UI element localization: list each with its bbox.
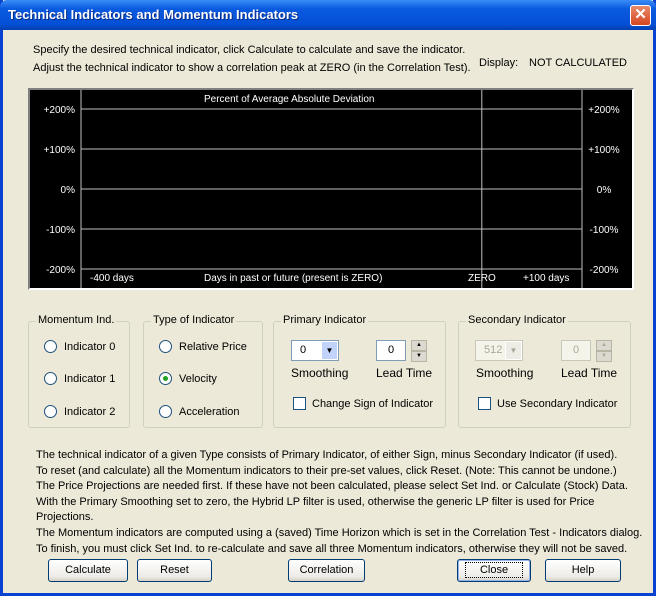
momentum-group-label: Momentum Ind. bbox=[36, 314, 117, 326]
secondary-smoothing-select[interactable]: 512 ▼ bbox=[475, 340, 523, 361]
chart-title: Percent of Average Absolute Deviation bbox=[204, 94, 375, 105]
y-tick-label-left: -200% bbox=[46, 265, 75, 276]
display-value: NOT CALCULATED bbox=[529, 57, 628, 69]
radio-indicator-1[interactable]: Indicator 1 bbox=[44, 372, 115, 385]
display-label: Display: bbox=[479, 57, 519, 69]
primary-group: Primary Indicator 0 ▼ Smoothing 0 ▲ ▼ Lead… bbox=[273, 314, 446, 428]
help-line: With the Primary Smoothing set to zero, … bbox=[36, 495, 595, 524]
chart: +200% +200% +100% +100% 0% 0% -100% -100% -200% -… bbox=[28, 88, 634, 290]
checkbox-label: Change Sign of Indicator bbox=[312, 397, 434, 410]
window-title: Technical Indicators and Momentum Indica… bbox=[8, 7, 299, 22]
help-line: The technical indicator of a given Type … bbox=[36, 449, 618, 461]
select-value: 0 bbox=[300, 344, 307, 356]
radio-icon bbox=[159, 340, 172, 353]
y-tick-label-right: +100% bbox=[588, 145, 620, 156]
secondary-group: Secondary Indicator 512 ▼ Smoothing 0 ▲ ▼ … bbox=[458, 314, 631, 428]
intro-line-2: Adjust the technical indicator to show a… bbox=[33, 62, 471, 74]
radio-icon bbox=[44, 372, 57, 385]
y-tick-label-right: +200% bbox=[588, 105, 620, 116]
dialog-window: Technical Indicators and Momentum Indica… bbox=[0, 0, 656, 596]
radio-acceleration[interactable]: Acceleration bbox=[159, 405, 240, 418]
radio-indicator-2[interactable]: Indicator 2 bbox=[44, 405, 115, 418]
help-line: The Price Projections are needed first. … bbox=[36, 480, 628, 493]
secondary-group-label: Secondary Indicator bbox=[466, 314, 568, 326]
radio-label: Indicator 2 bbox=[64, 405, 116, 418]
radio-label: Indicator 1 bbox=[64, 372, 116, 385]
title-bar: Technical Indicators and Momentum Indica… bbox=[0, 0, 656, 30]
checkbox-icon bbox=[293, 397, 306, 410]
primary-smoothing-label: Smoothing bbox=[291, 366, 349, 380]
select-value: 512 bbox=[484, 344, 503, 356]
y-tick-label-right: 0% bbox=[597, 185, 612, 196]
primary-smoothing-select[interactable]: 0 ▼ bbox=[291, 340, 339, 361]
x-left-label: -400 days bbox=[90, 273, 134, 284]
y-tick-label-left: +200% bbox=[44, 105, 76, 116]
spin-down-icon[interactable]: ▼ bbox=[596, 351, 612, 362]
primary-lead-time-label: Lead Time bbox=[376, 366, 433, 380]
secondary-smoothing-label: Smoothing bbox=[476, 366, 534, 380]
help-line: To finish, you must click Set Ind. to re… bbox=[36, 542, 628, 555]
change-sign-checkbox[interactable]: Change Sign of Indicator bbox=[293, 397, 433, 410]
radio-icon bbox=[159, 405, 172, 418]
secondary-lead-time-label: Lead Time bbox=[561, 366, 618, 380]
correlation-button[interactable]: Correlation bbox=[288, 559, 365, 582]
reset-button[interactable]: Reset bbox=[137, 559, 212, 582]
primary-lead-time-input[interactable]: 0 bbox=[376, 340, 406, 361]
radio-indicator-0[interactable]: Indicator 0 bbox=[44, 340, 115, 353]
type-group: Type of Indicator Relative Price Velocit… bbox=[143, 314, 263, 428]
x-axis-label: Days in past or future (present is ZERO) bbox=[204, 273, 383, 284]
momentum-group: Momentum Ind. Indicator 0 Indicator 1 In… bbox=[28, 314, 130, 428]
radio-icon bbox=[44, 405, 57, 418]
y-tick-label-right: -100% bbox=[590, 225, 619, 236]
radio-velocity[interactable]: Velocity bbox=[159, 372, 217, 385]
use-secondary-checkbox[interactable]: Use Secondary Indicator bbox=[478, 397, 617, 410]
radio-label: Velocity bbox=[179, 372, 217, 385]
help-line: The Momentum indicators are computed usi… bbox=[36, 526, 643, 539]
secondary-lead-time-input[interactable]: 0 bbox=[561, 340, 591, 361]
x-zero-label: ZERO bbox=[468, 273, 496, 284]
spin-down-icon[interactable]: ▼ bbox=[411, 351, 427, 362]
help-button[interactable]: Help bbox=[545, 559, 621, 582]
close-window-button[interactable]: ✕ bbox=[630, 5, 651, 26]
checkbox-label: Use Secondary Indicator bbox=[497, 397, 618, 410]
spin-up-icon[interactable]: ▲ bbox=[596, 340, 612, 351]
help-text: The technical indicator of a given Type … bbox=[36, 448, 653, 557]
type-group-label: Type of Indicator bbox=[151, 314, 237, 326]
primary-lead-time-spinner[interactable]: ▲ ▼ bbox=[411, 340, 427, 362]
radio-label: Acceleration bbox=[179, 405, 240, 418]
intro-line-1: Specify the desired technical indicator,… bbox=[33, 44, 466, 56]
y-tick-label-left: +100% bbox=[44, 145, 76, 156]
secondary-lead-time-spinner[interactable]: ▲ ▼ bbox=[596, 340, 612, 362]
spin-up-icon[interactable]: ▲ bbox=[411, 340, 427, 351]
primary-group-label: Primary Indicator bbox=[281, 314, 369, 326]
chevron-down-icon: ▼ bbox=[505, 341, 522, 360]
close-icon: ✕ bbox=[634, 6, 647, 23]
radio-selected-icon bbox=[159, 372, 172, 385]
radio-relative-price[interactable]: Relative Price bbox=[159, 340, 247, 353]
y-tick-label-right: -200% bbox=[590, 265, 619, 276]
x-right-label: +100 days bbox=[523, 273, 570, 284]
calculate-button[interactable]: Calculate bbox=[48, 559, 128, 582]
radio-label: Indicator 0 bbox=[64, 340, 116, 353]
chevron-down-icon: ▼ bbox=[321, 341, 338, 360]
checkbox-icon bbox=[478, 397, 491, 410]
y-tick-label-left: 0% bbox=[61, 185, 76, 196]
radio-label: Relative Price bbox=[179, 340, 247, 353]
close-button[interactable]: Close bbox=[457, 559, 531, 582]
radio-icon bbox=[44, 340, 57, 353]
close-button-label: Close bbox=[464, 562, 524, 578]
help-line: To reset (and calculate) all the Momentu… bbox=[36, 464, 617, 477]
y-tick-label-left: -100% bbox=[46, 225, 75, 236]
chart-svg: +200% +200% +100% +100% 0% 0% -100% -100% -200% -… bbox=[44, 90, 620, 288]
